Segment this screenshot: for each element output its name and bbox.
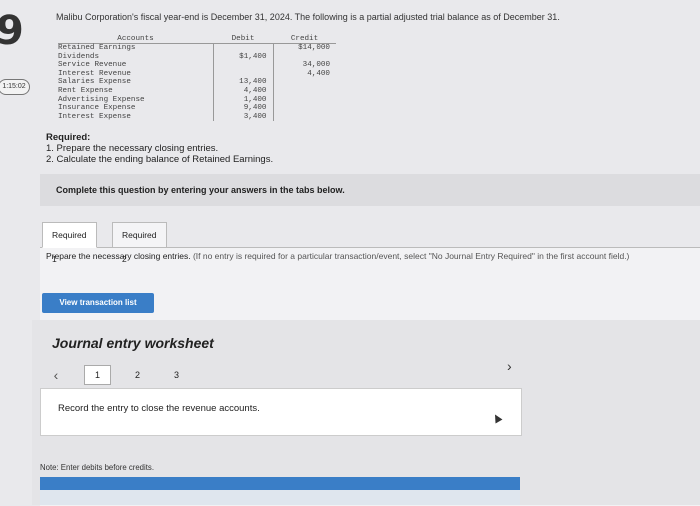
required-section: Required: 1. Prepare the necessary closi… xyxy=(46,132,273,165)
chevron-left-icon[interactable]: ‹ xyxy=(50,365,62,385)
credit-value: 34,000 xyxy=(272,61,336,70)
worksheet-title: Journal entry worksheet xyxy=(52,335,214,351)
debit-value xyxy=(212,61,273,70)
credit-value xyxy=(272,95,336,105)
debit-value xyxy=(212,43,273,53)
header-debit: Debit xyxy=(213,34,273,44)
credit-value xyxy=(272,86,336,96)
credit-value xyxy=(272,104,336,113)
credit-value xyxy=(272,52,336,62)
instruction-text: Complete this question by entering your … xyxy=(56,185,345,195)
table-row: Advertising Expense 1,400 xyxy=(58,95,336,105)
table-row: Rent Expense 4,400 xyxy=(58,86,336,96)
header-credit: Credit xyxy=(273,34,336,44)
debit-value xyxy=(212,69,273,79)
credit-value: 4,400 xyxy=(272,69,336,79)
prepare-instructions: Prepare the necessary closing entries. (… xyxy=(46,251,700,261)
account-name: Rent Expense xyxy=(58,86,113,95)
journal-table-edge xyxy=(40,490,520,505)
account-name: Dividends xyxy=(58,52,100,61)
account-name: Interest Expense xyxy=(58,112,131,121)
table-row: Retained Earnings $14,000 xyxy=(58,43,336,53)
debit-value: 3,400 xyxy=(212,112,273,122)
account-name: Insurance Expense xyxy=(58,104,136,113)
header-accounts: Accounts xyxy=(58,34,213,44)
credit-value xyxy=(272,112,336,122)
debit-value: 4,400 xyxy=(212,86,273,96)
table-row: Service Revenue 34,000 xyxy=(58,61,336,70)
page-1[interactable]: 1 xyxy=(84,365,111,385)
account-name: Advertising Expense xyxy=(58,95,145,104)
credit-value xyxy=(272,78,336,87)
tab-required-1[interactable]: Required 1 xyxy=(42,222,97,264)
table-row: Dividends $1,400 xyxy=(58,52,336,62)
debit-value: 9,400 xyxy=(212,104,273,113)
required-item-2: 2. Calculate the ending balance of Retai… xyxy=(46,154,274,165)
table-row: Interest Revenue 4,400 xyxy=(58,69,336,79)
instruction-bar: Complete this question by entering your … xyxy=(40,174,700,206)
table-row: Salaries Expense 13,400 xyxy=(58,78,336,87)
entry-prompt-box: Record the entry to close the revenue ac… xyxy=(40,388,522,436)
timer-badge: 1:15:02 xyxy=(0,79,30,95)
account-name: Interest Revenue xyxy=(58,69,131,78)
prepare-note: (If no entry is required for a particula… xyxy=(192,251,630,261)
account-name: Retained Earnings xyxy=(58,44,136,52)
debit-value: $1,400 xyxy=(212,52,273,62)
note-debits: Note: Enter debits before credits. xyxy=(40,463,154,472)
account-name: Service Revenue xyxy=(58,61,127,70)
debit-value: 13,400 xyxy=(212,78,273,87)
account-name: Salaries Expense xyxy=(58,78,131,87)
chevron-right-icon[interactable]: › xyxy=(507,358,512,374)
credit-value: $14,000 xyxy=(272,43,336,53)
tab-required-2[interactable]: Required 2 xyxy=(112,222,167,264)
trial-balance-table: Accounts Debit Credit Retained Earnings $… xyxy=(58,34,336,122)
question-number: 9 xyxy=(0,8,24,54)
table-row: Insurance Expense 9,400 xyxy=(58,104,336,113)
journal-table-header-bar xyxy=(40,477,520,490)
debit-value: 1,400 xyxy=(212,95,273,105)
intro-text: Malibu Corporation's fiscal year-end is … xyxy=(56,12,560,22)
entry-prompt: Record the entry to close the revenue ac… xyxy=(58,403,260,414)
prepare-text: Prepare the necessary closing entries. xyxy=(46,251,191,261)
required-heading: Required: xyxy=(46,132,91,143)
page-3[interactable]: 3 xyxy=(164,365,189,385)
view-transaction-list-button[interactable]: View transaction list xyxy=(42,293,154,313)
table-row: Interest Expense 3,400 xyxy=(58,112,336,122)
required-item-1: 1. Prepare the necessary closing entries… xyxy=(46,143,219,154)
page-2[interactable]: 2 xyxy=(125,365,150,385)
